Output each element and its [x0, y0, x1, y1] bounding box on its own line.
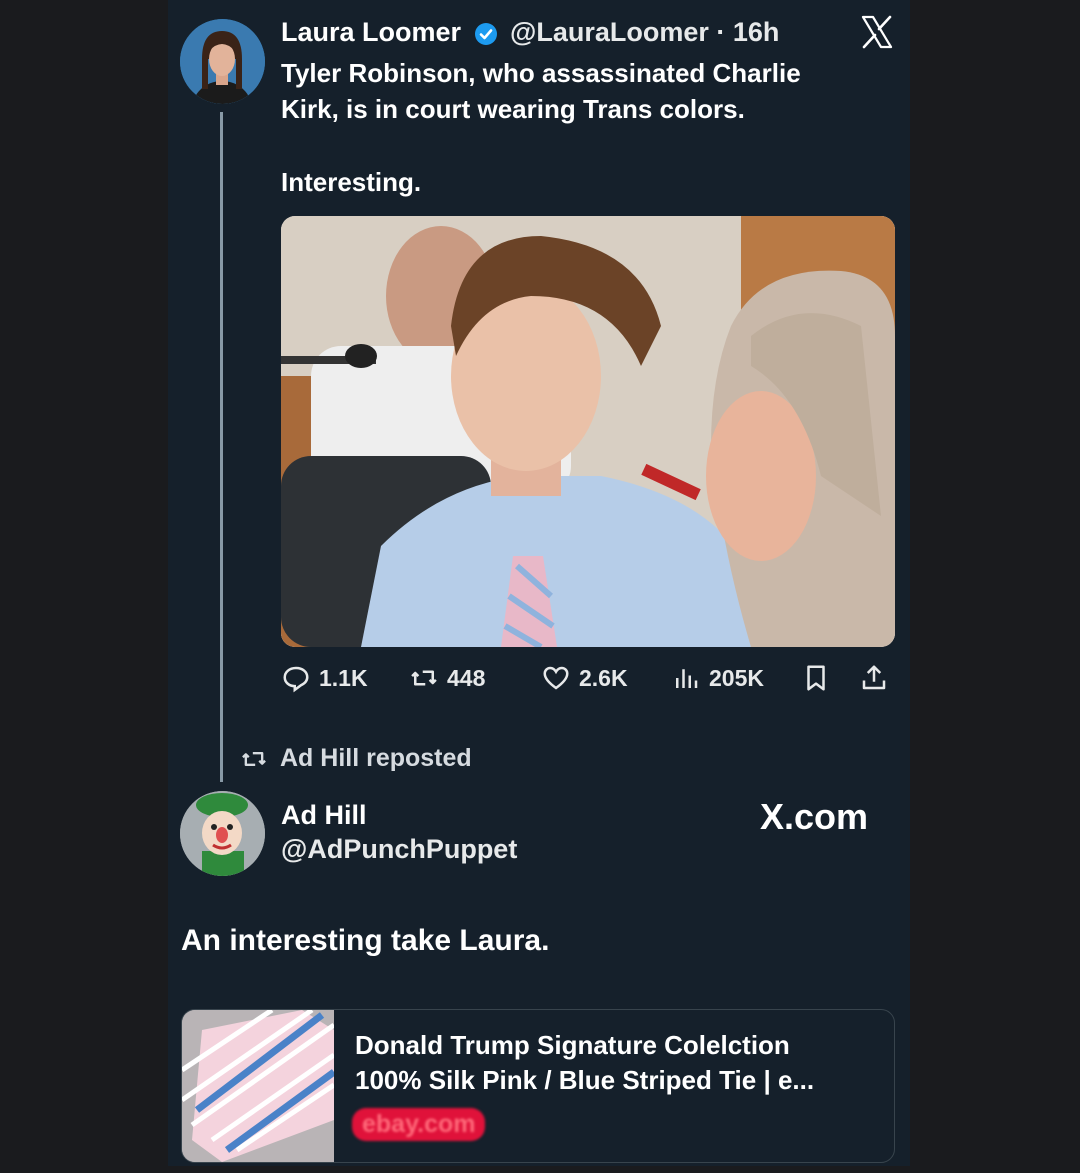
like-count: 2.6K	[579, 664, 628, 691]
share-action[interactable]	[859, 663, 889, 693]
reply-text: An interesting take Laura.	[181, 924, 550, 957]
link-card-title-line: 100% Silk Pink / Blue Striped Tie | e...	[355, 1065, 815, 1095]
reply-author-name[interactable]: Ad Hill	[281, 800, 367, 831]
verified-badge-icon	[475, 23, 497, 45]
like-action[interactable]: 2.6K	[541, 663, 628, 693]
repost-icon	[242, 751, 266, 766]
tweet-photo-courtroom[interactable]	[281, 216, 895, 647]
link-card-title-line: Donald Trump Signature Colelction	[355, 1030, 790, 1060]
reply-action[interactable]: 1.1K	[281, 663, 368, 693]
author-handle-time[interactable]: @LauraLoomer · 16h	[510, 17, 779, 48]
link-card-title: Donald Trump Signature Colelction 100% S…	[355, 1028, 875, 1098]
repost-indicator[interactable]: Ad Hill reposted	[240, 744, 472, 773]
tie-thumbnail-image	[182, 1010, 337, 1162]
views-chart-icon	[676, 669, 698, 688]
thread-connector-line	[220, 112, 223, 782]
link-card-domain: ebay.com	[352, 1108, 486, 1141]
tweet-actions-bar: 1.1K 448 2.6K 205K	[281, 663, 895, 697]
laura-loomer-avatar[interactable]	[180, 19, 265, 104]
repost-icon	[411, 670, 437, 686]
share-icon	[862, 665, 886, 690]
reply-author-handle[interactable]: @AdPunchPuppet	[281, 834, 517, 865]
tweet-text: Tyler Robinson, who assassinated Charlie…	[281, 55, 891, 200]
author-name[interactable]: Laura Loomer	[281, 17, 461, 48]
repost-label: Ad Hill reposted	[280, 744, 472, 772]
bookmark-action[interactable]	[801, 663, 831, 693]
tweet-text-line: Kirk, is in court wearing Trans colors.	[281, 94, 745, 124]
views-action[interactable]: 205K	[671, 663, 764, 693]
repost-count: 448	[447, 664, 486, 691]
views-count: 205K	[709, 664, 764, 691]
reply-count: 1.1K	[319, 664, 368, 691]
reply-icon	[283, 666, 309, 693]
ad-hill-avatar[interactable]	[180, 791, 265, 876]
link-preview-card[interactable]: Donald Trump Signature Colelction 100% S…	[181, 1009, 895, 1163]
heart-icon	[543, 666, 569, 690]
tweet-text-line: Interesting.	[281, 167, 422, 197]
repost-action[interactable]: 448	[409, 663, 485, 693]
tweet-text-line: Tyler Robinson, who assassinated Charlie	[281, 58, 801, 88]
x-logo-icon[interactable]	[860, 14, 894, 50]
bookmark-icon	[807, 665, 825, 691]
xcom-watermark: X.com	[760, 796, 869, 837]
